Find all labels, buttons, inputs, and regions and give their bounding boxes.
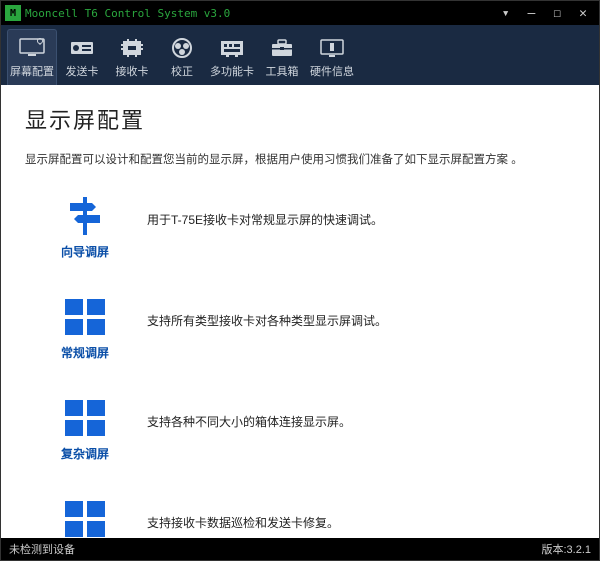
toolbar-item-recv-card[interactable]: 接收卡 xyxy=(107,29,157,85)
option-icon xyxy=(62,397,108,439)
window-title: Mooncell T6 Control System v3.0 xyxy=(25,7,502,20)
status-version: 版本:3.2.1 xyxy=(541,541,591,557)
toolbar-item-send-card[interactable]: 发送卡 xyxy=(57,29,107,85)
toolbar-item-multi-card[interactable]: 多功能卡 xyxy=(207,29,257,85)
close-icon[interactable]: ✕ xyxy=(579,6,587,21)
option-description: 用于T-75E接收卡对常规显示屏的快速调试。 xyxy=(147,195,383,228)
option-button-0[interactable]: 向导调屏 xyxy=(55,195,115,260)
option-icon xyxy=(62,195,108,237)
option-icon xyxy=(62,296,108,338)
option-label: 向导调屏 xyxy=(61,243,109,260)
send-card-icon xyxy=(68,36,96,60)
option-button-2[interactable]: 复杂调屏 xyxy=(55,397,115,462)
toolbar-item-screen-config[interactable]: 屏幕配置 xyxy=(7,29,57,85)
option-description: 支持所有类型接收卡对各种类型显示屏调试。 xyxy=(147,296,387,329)
hw-info-icon xyxy=(318,36,346,60)
statusbar: 未检测到设备 版本:3.2.1 xyxy=(1,538,599,560)
toolbar-item-label: 发送卡 xyxy=(66,63,99,79)
toolbar-item-label: 校正 xyxy=(171,63,193,79)
maximize-icon[interactable]: ☐ xyxy=(553,6,561,21)
content-area: 显示屏配置 显示屏配置可以设计和配置您当前的显示屏，根据用户使用习惯我们准备了如… xyxy=(1,85,599,538)
toolbox-icon xyxy=(268,36,296,60)
option-label: 常规调屏 xyxy=(61,344,109,361)
dropdown-icon[interactable]: ▾ xyxy=(502,6,510,21)
page-title: 显示屏配置 xyxy=(25,103,575,135)
option-label: 复杂调屏 xyxy=(61,445,109,462)
screen-config-icon xyxy=(18,36,46,60)
option-button-1[interactable]: 常规调屏 xyxy=(55,296,115,361)
toolbar-item-label: 接收卡 xyxy=(116,63,149,79)
toolbar-item-label: 硬件信息 xyxy=(310,63,354,79)
toolbar-item-label: 多功能卡 xyxy=(210,63,254,79)
option-description: 支持各种不同大小的箱体连接显示屏。 xyxy=(147,397,351,430)
option-icon xyxy=(62,498,108,538)
option-row: 向导调屏 用于T-75E接收卡对常规显示屏的快速调试。 xyxy=(55,195,575,260)
option-button-3[interactable]: 巡检 xyxy=(55,498,115,538)
option-description: 支持接收卡数据巡检和发送卡修复。 xyxy=(147,498,339,531)
toolbar-item-hw-info[interactable]: 硬件信息 xyxy=(307,29,357,85)
minimize-icon[interactable]: — xyxy=(528,6,536,21)
toolbar-item-calibrate[interactable]: 校正 xyxy=(157,29,207,85)
titlebar: M Mooncell T6 Control System v3.0 ▾ — ☐ … xyxy=(1,1,599,25)
toolbar-item-label: 屏幕配置 xyxy=(10,63,54,79)
option-row: 常规调屏 支持所有类型接收卡对各种类型显示屏调试。 xyxy=(55,296,575,361)
app-logo-icon: M xyxy=(5,5,21,21)
option-row: 复杂调屏 支持各种不同大小的箱体连接显示屏。 xyxy=(55,397,575,462)
option-row: 巡检 支持接收卡数据巡检和发送卡修复。 xyxy=(55,498,575,538)
toolbar-item-label: 工具箱 xyxy=(266,63,299,79)
multi-card-icon xyxy=(218,36,246,60)
toolbar-item-toolbox[interactable]: 工具箱 xyxy=(257,29,307,85)
recv-card-icon xyxy=(118,36,146,60)
calibrate-icon xyxy=(168,36,196,60)
options-list: 向导调屏 用于T-75E接收卡对常规显示屏的快速调试。 常规调屏 支持所有类型接… xyxy=(25,195,575,538)
window-controls: ▾ — ☐ ✕ xyxy=(502,6,595,21)
page-description: 显示屏配置可以设计和配置您当前的显示屏，根据用户使用习惯我们准备了如下显示屏配置… xyxy=(25,151,575,167)
toolbar: 屏幕配置发送卡 接收卡 校正 多功能卡工具箱硬件信息 xyxy=(1,25,599,85)
status-device: 未检测到设备 xyxy=(9,541,541,557)
